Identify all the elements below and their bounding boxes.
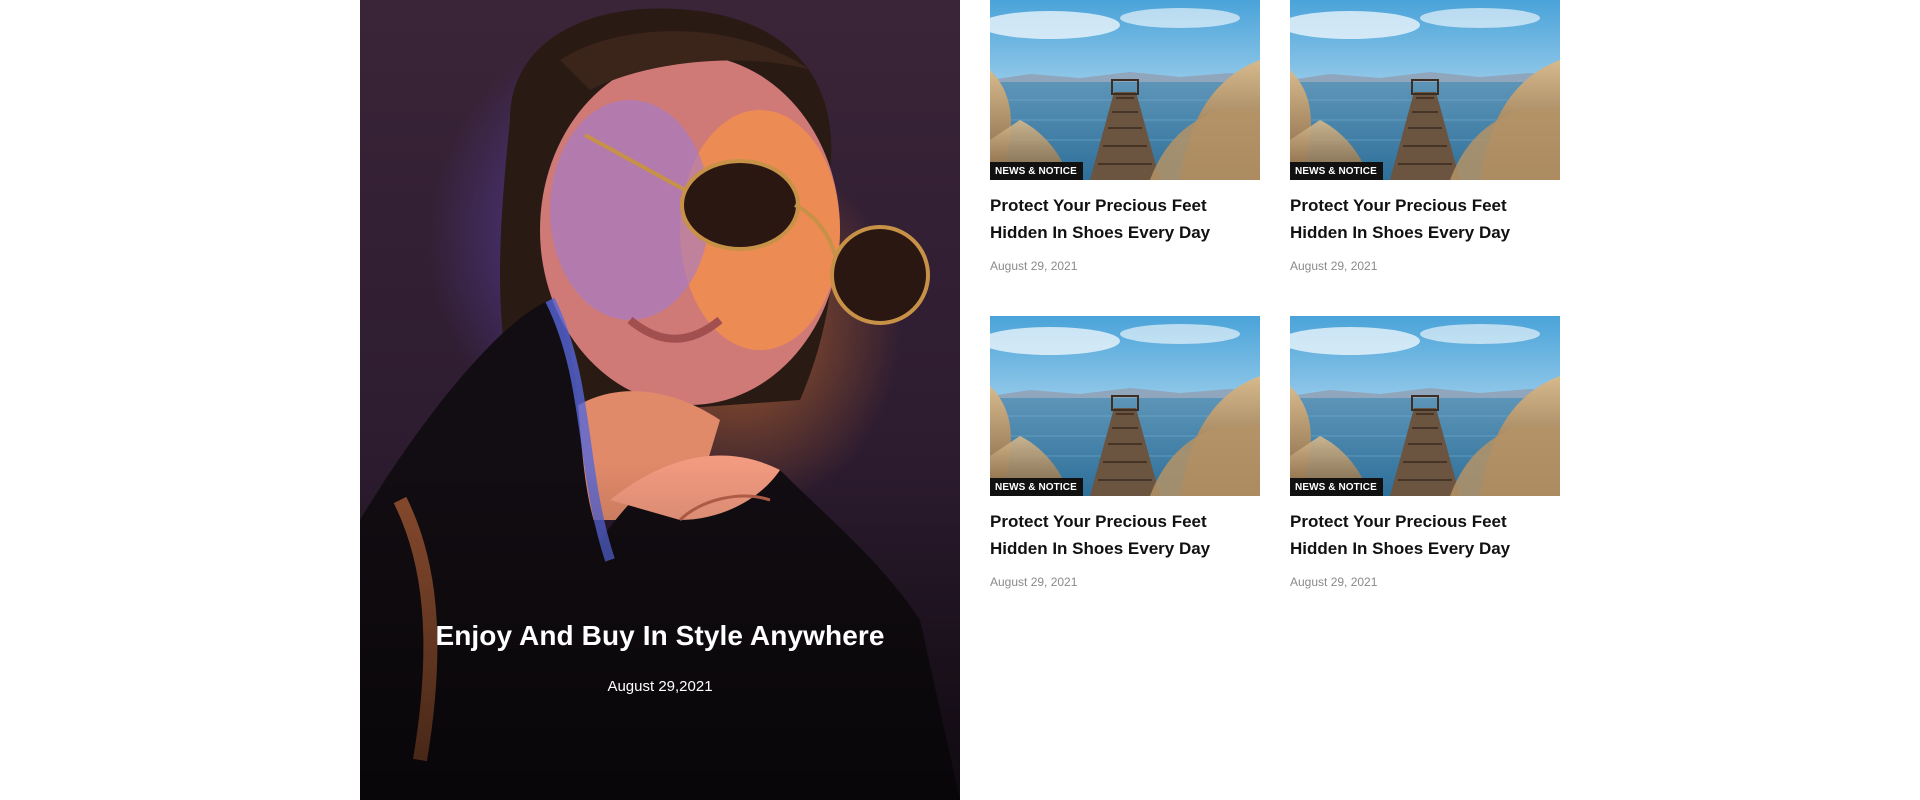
category-tag[interactable]: NEWS & NOTICE bbox=[990, 162, 1083, 180]
post-thumbnail[interactable]: NEWS & NOTICE bbox=[990, 316, 1260, 496]
post-title[interactable]: Protect Your Precious Feet Hidden In Sho… bbox=[990, 508, 1220, 562]
post-thumbnail[interactable]: NEWS & NOTICE bbox=[1290, 316, 1560, 496]
category-tag[interactable]: NEWS & NOTICE bbox=[1290, 162, 1383, 180]
post-thumbnail[interactable]: NEWS & NOTICE bbox=[990, 0, 1260, 180]
hero-title[interactable]: Enjoy And Buy In Style Anywhere bbox=[360, 620, 960, 652]
post-thumbnail[interactable]: NEWS & NOTICE bbox=[1290, 0, 1560, 180]
post-card: NEWS & NOTICE Protect Your Precious Feet… bbox=[1290, 0, 1560, 273]
post-title[interactable]: Protect Your Precious Feet Hidden In Sho… bbox=[1290, 192, 1520, 246]
post-date: August 29, 2021 bbox=[1290, 259, 1378, 273]
post-title[interactable]: Protect Your Precious Feet Hidden In Sho… bbox=[1290, 508, 1520, 562]
post-card: NEWS & NOTICE Protect Your Precious Feet… bbox=[990, 0, 1260, 273]
featured-post-hero[interactable]: Enjoy And Buy In Style Anywhere August 2… bbox=[360, 0, 960, 800]
post-card: NEWS & NOTICE Protect Your Precious Feet… bbox=[990, 316, 1260, 589]
hero-date: August 29,2021 bbox=[607, 678, 713, 695]
category-tag[interactable]: NEWS & NOTICE bbox=[1290, 478, 1383, 496]
post-date: August 29, 2021 bbox=[990, 575, 1078, 589]
post-card: NEWS & NOTICE Protect Your Precious Feet… bbox=[1290, 316, 1560, 589]
post-title[interactable]: Protect Your Precious Feet Hidden In Sho… bbox=[990, 192, 1220, 246]
category-tag[interactable]: NEWS & NOTICE bbox=[990, 478, 1083, 496]
post-date: August 29, 2021 bbox=[990, 259, 1078, 273]
post-date: August 29, 2021 bbox=[1290, 575, 1378, 589]
